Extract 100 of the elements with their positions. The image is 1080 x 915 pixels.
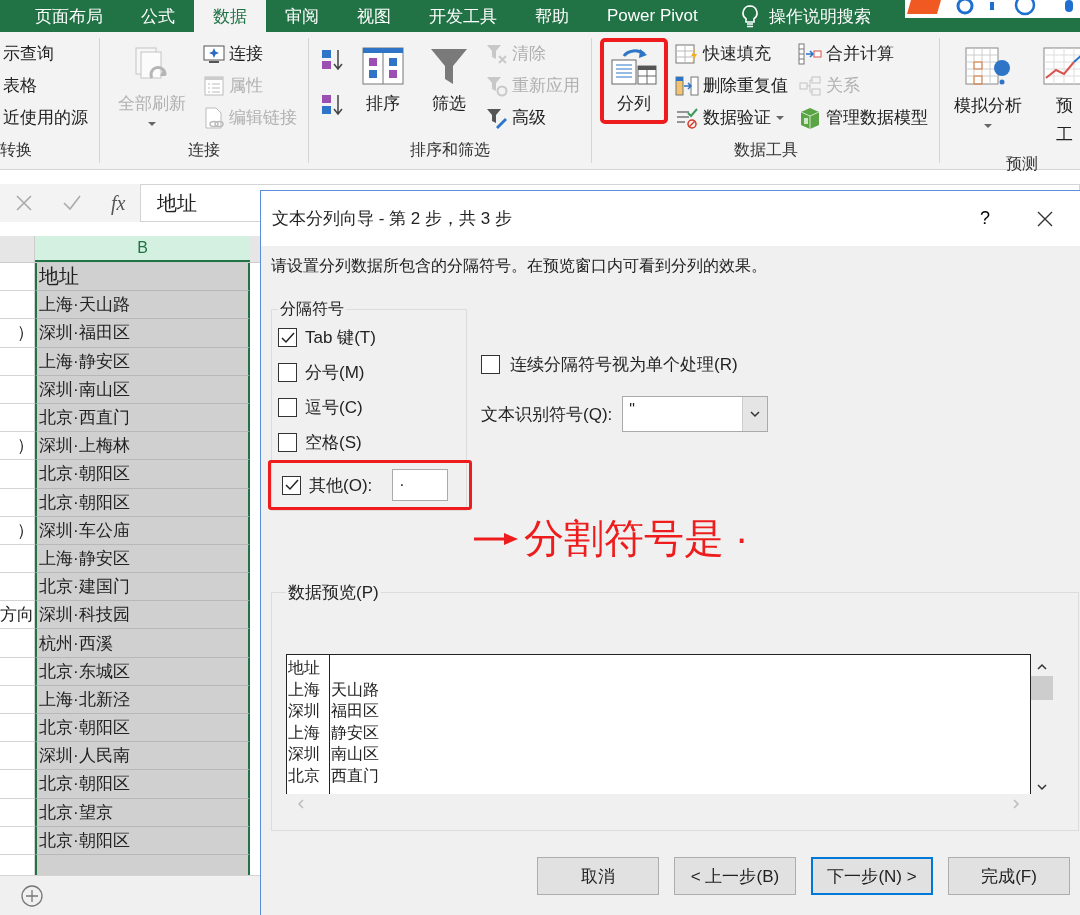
ribbon-button[interactable]: 管理数据模型 [795, 102, 931, 133]
dialog-button[interactable]: 完成(F) [948, 857, 1070, 895]
table-cell: 北京·西直门 [35, 403, 250, 433]
ribbon-button[interactable]: 示查询 [0, 38, 91, 69]
checkbox-label[interactable]: 空格(S) [305, 431, 362, 454]
funnel-icon [429, 46, 469, 86]
checkbox[interactable] [278, 363, 297, 382]
preview-cell-text: 深圳 [288, 701, 321, 721]
table-cell: 上海·静安区 [35, 544, 250, 574]
preview-cell-text: 深圳 [288, 744, 321, 764]
column-header[interactable]: B [35, 236, 250, 262]
preview-cell-text: 天山路 [331, 679, 379, 700]
table-cell: 深圳·人民南 [35, 742, 250, 771]
table-cell: 深圳·南山区 [35, 375, 250, 404]
cancel-icon [14, 194, 33, 212]
ribbon-button[interactable]: 数据验证 [672, 102, 791, 133]
ribbon-tab[interactable]: 帮助 [516, 0, 588, 32]
flash-fill-icon [675, 42, 699, 65]
group-label: 预测 [1005, 154, 1039, 174]
caret-icon [147, 121, 157, 127]
checkbox-label[interactable]: 其他(O): [309, 473, 373, 497]
group-label: 数据工具 [732, 140, 799, 160]
dialog-title: 文本分列向导 - 第 2 步，共 3 步 [272, 208, 513, 230]
insert-function-button[interactable]: fx [110, 191, 126, 215]
preview-cell-text: 上海 [288, 722, 321, 743]
preview-cell-text: 福田区 [331, 701, 379, 721]
ribbon-tab[interactable]: 数据 [194, 0, 266, 32]
table-cell: 杭州·西溪 [35, 629, 250, 658]
tell-me-search[interactable]: 操作说明搜索 [722, 0, 889, 32]
table-cell: 上海·北新泾 [35, 685, 250, 714]
checkbox[interactable] [481, 355, 500, 374]
ribbon-button[interactable]: 排序 [351, 38, 415, 124]
remove-duplicates-icon [675, 74, 699, 97]
checkbox-label[interactable]: 连续分隔符号视为单个处理(R) [510, 353, 738, 376]
sort-ascending-icon [320, 48, 344, 72]
monitor-icon [203, 43, 225, 64]
dialog-button[interactable]: 下一步(N) > [811, 857, 933, 895]
group-label: 连接 [187, 140, 221, 160]
ribbon-button[interactable]: 删除重复值 [672, 70, 791, 101]
data-model-icon [798, 106, 822, 129]
ribbon-tab[interactable]: 开发工具 [410, 0, 516, 32]
table-cell: 北京·朝阳区 [35, 488, 250, 517]
checkbox[interactable] [278, 398, 297, 417]
instruction-text: 请设置分列数据所包含的分隔符号。在预览窗口内可看到分列的效果。 [271, 256, 768, 276]
checkbox-label[interactable]: 分号(M) [305, 361, 365, 384]
table-cell: 北京·望京 [35, 798, 250, 827]
ribbon-button[interactable]: 合并计算 [795, 38, 931, 69]
dropdown[interactable]: " [622, 396, 769, 432]
ribbon-button[interactable]: 筛选 [419, 38, 479, 124]
checkbox[interactable] [278, 328, 297, 347]
caret-icon [775, 114, 785, 121]
group-legend: 数据预览(P) [286, 581, 381, 604]
table-cell: 深圳·车公庙 [35, 516, 250, 545]
data-validation-icon [675, 106, 699, 129]
field-label: 文本识别符号(Q): [481, 403, 613, 426]
sort-grid-icon [361, 46, 405, 86]
preview-cell-text: 地址 [288, 658, 321, 678]
checkbox-label[interactable]: Tab 键(T) [305, 326, 376, 349]
ribbon-button[interactable]: 分列 [600, 38, 668, 124]
ribbon-tab[interactable]: 公式 [122, 0, 194, 32]
dialog-button[interactable]: < 上一步(B) [674, 857, 796, 895]
preview-cell-text: 静安区 [331, 722, 379, 743]
ribbon-tab[interactable]: Power Pivot [588, 0, 717, 32]
text-to-columns-icon [610, 46, 658, 86]
ribbon-button[interactable]: 表格 [0, 70, 91, 101]
checkbox-label[interactable]: 逗号(C) [305, 396, 363, 419]
ribbon-tab[interactable]: 审阅 [266, 0, 338, 32]
table-cell: 上海·天山路 [35, 291, 250, 320]
annotation-arrow [474, 530, 520, 547]
preview-cell-text: 西直门 [331, 765, 379, 786]
group-label: 转换 [0, 140, 33, 160]
table-cell: 北京·东城区 [35, 657, 250, 686]
checkbox[interactable] [282, 475, 301, 495]
group-label: 排序和筛选 [409, 140, 491, 160]
reapply-filter-icon [486, 74, 508, 97]
ribbon-button[interactable]: 连接 [200, 38, 300, 69]
scrollbar-thumb[interactable] [1031, 676, 1053, 700]
ribbon-button[interactable]: 快速填充 [672, 38, 791, 69]
input-field[interactable]: · [392, 469, 449, 501]
help-button[interactable]: ? [960, 207, 1010, 230]
what-if-grid-icon [964, 46, 1012, 88]
add-sheet-icon [20, 883, 44, 908]
table-cell: 深圳·福田区 [35, 319, 250, 348]
dialog-button[interactable]: 取消 [537, 857, 659, 895]
consolidate-icon [798, 42, 822, 65]
document-link-icon [203, 106, 225, 129]
table-cell: 地址 [35, 263, 250, 292]
list-icon [203, 75, 225, 96]
ribbon-button[interactable]: 模拟分析 [944, 38, 1032, 137]
ribbon-button[interactable]: 高级 [483, 102, 583, 133]
enter-icon [61, 194, 82, 212]
ribbon-button[interactable]: 预 工 [1032, 38, 1080, 154]
table-cell: 上海·静安区 [35, 347, 250, 376]
check-icon [280, 331, 295, 344]
ribbon-tab[interactable]: 视图 [338, 0, 410, 32]
checkbox[interactable] [278, 433, 297, 452]
ribbon-button[interactable]: 近使用的源 [0, 102, 91, 133]
table-cell: 北京·建国门 [35, 573, 250, 602]
table-cell: 深圳·上梅林 [35, 432, 250, 461]
ribbon-tab[interactable]: 页面布局 [16, 0, 122, 32]
